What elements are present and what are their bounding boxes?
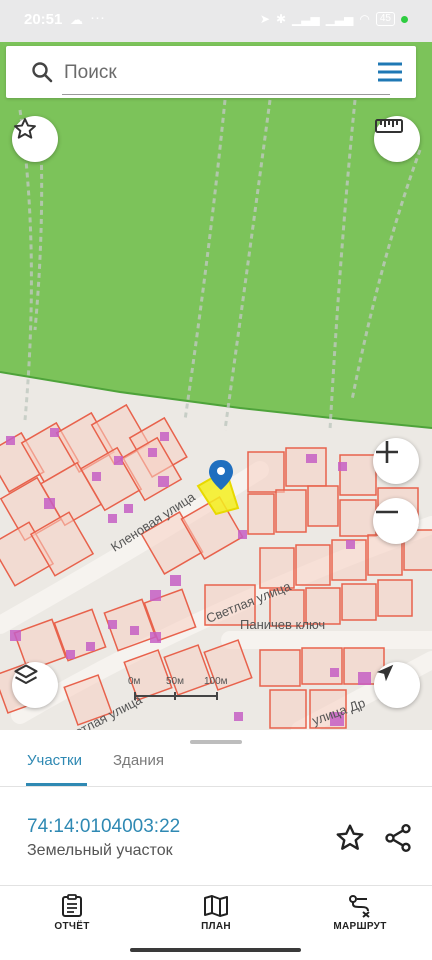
layers-button[interactable] bbox=[12, 662, 58, 708]
ruler-icon bbox=[375, 119, 403, 133]
cloud-icon: ☁ bbox=[70, 12, 83, 27]
map-plan-icon bbox=[204, 895, 228, 917]
favorite-parcel-icon[interactable] bbox=[334, 822, 366, 854]
more-notifications-icon: ··· bbox=[90, 9, 105, 26]
favorite-button[interactable] bbox=[12, 116, 58, 162]
nav-report[interactable]: ОТЧЁТ bbox=[17, 894, 127, 932]
scale-label-50: 50м bbox=[166, 676, 184, 687]
gesture-bar[interactable] bbox=[130, 948, 301, 952]
search-bar bbox=[6, 46, 416, 98]
share-icon[interactable] bbox=[382, 822, 414, 854]
parcel-cadastral-number[interactable]: 74:14:0104003:22 bbox=[27, 816, 180, 838]
hamburger-menu-icon[interactable] bbox=[376, 59, 404, 85]
map-canvas[interactable] bbox=[0, 42, 432, 732]
ruler-button[interactable] bbox=[374, 116, 420, 162]
search-input[interactable] bbox=[64, 58, 364, 88]
bottom-nav: ОТЧЁТ ПЛАН МАРШРУТ bbox=[0, 888, 432, 944]
bluetooth-icon: ✱ bbox=[275, 12, 287, 26]
nav-route[interactable]: МАРШРУТ bbox=[305, 894, 415, 932]
wifi-icon: ◠ bbox=[359, 12, 370, 26]
nav-plan-label: ПЛАН bbox=[201, 921, 231, 932]
bottom-sheet: Участки Здания 74:14:0104003:22 Земельны… bbox=[0, 730, 432, 960]
route-icon bbox=[349, 895, 370, 918]
report-icon bbox=[62, 894, 82, 917]
status-icons: ➤ ✱ ▁▃▅ ▁▃▅ ◠ 45 bbox=[260, 12, 408, 26]
active-indicator-icon bbox=[401, 15, 408, 23]
layers-icon bbox=[14, 664, 38, 685]
nav-route-label: МАРШРУТ bbox=[333, 921, 387, 932]
content-divider bbox=[0, 885, 432, 886]
scale-label-100: 100м bbox=[204, 676, 228, 687]
plus-icon bbox=[376, 441, 398, 463]
tab-buildings[interactable]: Здания bbox=[113, 752, 164, 769]
scale-label-0: 0м bbox=[128, 676, 141, 687]
search-icon[interactable] bbox=[30, 60, 54, 84]
nav-report-label: ОТЧЁТ bbox=[54, 921, 90, 932]
signal-icon-2: ▁▃▅ bbox=[325, 12, 354, 26]
battery-icon: 45 bbox=[375, 12, 395, 26]
navigation-arrow-icon bbox=[376, 664, 394, 682]
sheet-drag-handle[interactable] bbox=[190, 740, 242, 744]
search-underline bbox=[62, 94, 390, 95]
place-label-panichev: Паничев ключ bbox=[240, 617, 326, 632]
location-icon: ➤ bbox=[259, 12, 270, 26]
status-bar: 20:51 ☁ ··· ➤ ✱ ▁▃▅ ▁▃▅ ◠ 45 bbox=[0, 0, 432, 42]
parcel-type: Земельный участок bbox=[27, 842, 173, 859]
tabs-divider bbox=[0, 786, 432, 787]
map-view[interactable]: Кленовая улица Светлая улица Светлая ули… bbox=[0, 42, 432, 732]
zoom-in-button[interactable] bbox=[373, 438, 419, 484]
minus-icon bbox=[376, 510, 398, 514]
forest-area bbox=[0, 42, 432, 428]
app-root: 20:51 ☁ ··· ➤ ✱ ▁▃▅ ▁▃▅ ◠ 45 Кленовая ул… bbox=[0, 0, 432, 960]
star-outline-icon bbox=[14, 118, 36, 139]
tab-parcels[interactable]: Участки bbox=[27, 752, 82, 769]
nav-plan[interactable]: ПЛАН bbox=[161, 894, 271, 932]
status-time: 20:51 bbox=[24, 11, 63, 28]
signal-icon: ▁▃▅ bbox=[292, 12, 320, 26]
my-location-button[interactable] bbox=[374, 662, 420, 708]
sheet-tabs: Участки Здания bbox=[0, 746, 432, 788]
zoom-out-button[interactable] bbox=[373, 498, 419, 544]
